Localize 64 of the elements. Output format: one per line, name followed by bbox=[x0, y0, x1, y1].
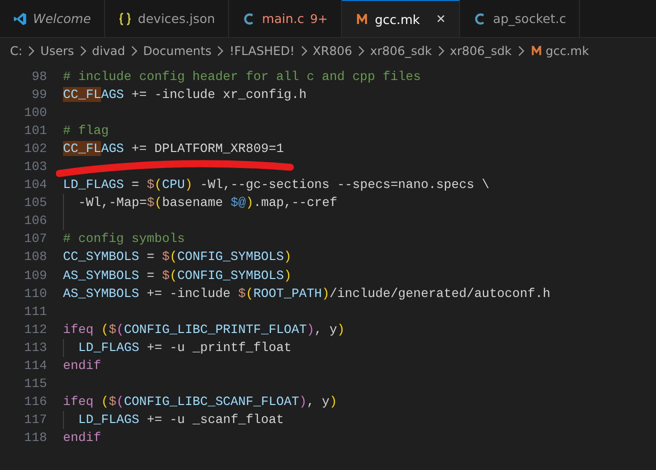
breadcrumb-item[interactable]: xr806_sdk bbox=[450, 44, 512, 58]
line-number: 100 bbox=[23, 104, 47, 122]
chevron-right-icon bbox=[216, 44, 224, 56]
line-number: 99 bbox=[30, 86, 47, 104]
line-number: 110 bbox=[23, 284, 47, 303]
breadcrumb-item[interactable]: C: bbox=[10, 44, 22, 58]
breadcrumb-item[interactable]: Documents bbox=[143, 44, 212, 58]
code-line: endif bbox=[63, 358, 102, 373]
line-number: 115 bbox=[23, 374, 47, 393]
code-line: CC_SYMBOLS = $(CONFIG_SYMBOLS) bbox=[63, 249, 292, 264]
chevron-right-icon bbox=[516, 44, 525, 56]
chevron-right-icon bbox=[300, 44, 308, 56]
line-number: 116 bbox=[23, 392, 47, 411]
editor-tab[interactable]: gcc.mk ✕ bbox=[342, 0, 460, 37]
line-number: 112 bbox=[23, 320, 47, 339]
code-line: # flag bbox=[63, 123, 109, 138]
code-line: LD_FLAGS += -u _printf_float bbox=[78, 340, 292, 355]
c-letter-icon bbox=[472, 12, 487, 26]
chevron-right-icon bbox=[27, 44, 36, 56]
breadcrumb-item[interactable]: divad bbox=[92, 44, 126, 58]
breadcrumb-item[interactable]: !FLASHED! bbox=[229, 44, 295, 58]
code-line: AS_SYMBOLS += -include $(ROOT_PATH)/include/generated/autoconf.h bbox=[63, 286, 550, 301]
code-line: # config symbols bbox=[63, 231, 185, 246]
m-letter-icon bbox=[354, 12, 369, 26]
line-number: 118 bbox=[23, 428, 47, 447]
line-number: 107 bbox=[23, 230, 47, 248]
line-number: 98 bbox=[30, 68, 47, 86]
breadcrumb-item[interactable]: Users bbox=[40, 44, 74, 58]
code-line: ifeq ($(CONFIG_LIBC_SCANF_FLOAT), y) bbox=[63, 394, 338, 409]
line-number: 117 bbox=[23, 410, 47, 429]
code-line: CC_FLAGS += -include xr_config.h bbox=[63, 87, 307, 102]
close-button[interactable]: ✕ bbox=[436, 12, 446, 26]
breadcrumb-item[interactable]: XR806 bbox=[312, 44, 352, 58]
m-letter-icon bbox=[530, 44, 543, 57]
chevron-right-icon bbox=[436, 44, 445, 56]
editor-tab[interactable]: Welcome bbox=[0, 0, 105, 37]
line-number: 106 bbox=[23, 212, 47, 230]
code-line: CC_FLAGS += DPLATFORM_XR809=1 bbox=[63, 141, 284, 156]
line-number: 102 bbox=[23, 140, 47, 158]
code-line: endif bbox=[63, 430, 102, 445]
line-number: 103 bbox=[23, 158, 47, 176]
line-number: 104 bbox=[23, 176, 47, 194]
code-line: # include config header for all c and cpp files bbox=[63, 69, 421, 84]
editor-tab[interactable]: devices.json bbox=[104, 0, 230, 37]
breadcrumb-item[interactable]: gcc.mk bbox=[546, 44, 589, 58]
code-line: -Wl,-Map=$(basename $@).map,--cref bbox=[78, 195, 338, 210]
code-line: ifeq ($(CONFIG_LIBC_PRINTF_FLOAT), y) bbox=[63, 322, 345, 337]
code-line: LD_FLAGS = $(CPU) -Wl,--gc-sections --specs=nano.specs \ bbox=[63, 177, 490, 192]
chevron-right-icon bbox=[357, 44, 366, 56]
editor-logo-icon bbox=[13, 12, 27, 26]
chevron-right-icon bbox=[130, 44, 138, 56]
line-number: 113 bbox=[23, 338, 47, 357]
line-number: 114 bbox=[23, 356, 47, 375]
braces-icon bbox=[118, 12, 132, 26]
code-line: LD_FLAGS += -u _scanf_float bbox=[78, 412, 284, 427]
line-number: 105 bbox=[23, 194, 47, 212]
line-number: 108 bbox=[23, 248, 47, 266]
editor-tab[interactable]: ap_socket.c bbox=[460, 0, 580, 37]
breadcrumb-item[interactable]: xr806_sdk bbox=[370, 44, 432, 58]
chevron-right-icon bbox=[79, 44, 88, 56]
line-number: 109 bbox=[23, 266, 47, 285]
line-number: 111 bbox=[23, 302, 47, 321]
line-number: 101 bbox=[23, 122, 47, 140]
code-line: AS_SYMBOLS = $(CONFIG_SYMBOLS) bbox=[63, 268, 292, 283]
